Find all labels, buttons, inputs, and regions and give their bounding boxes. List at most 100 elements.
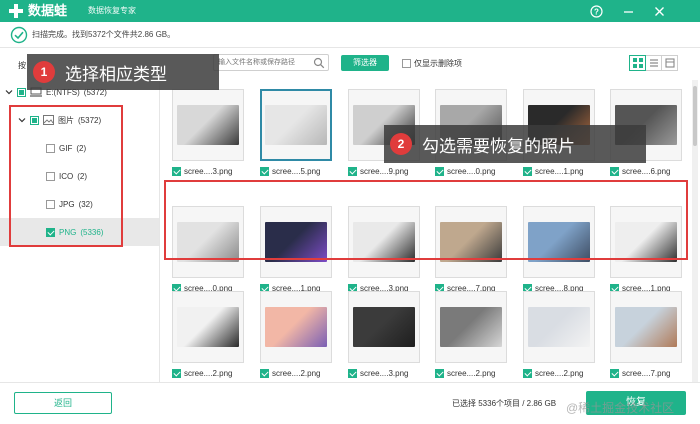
photo-checkbox[interactable] bbox=[172, 166, 181, 176]
photo-thumbnail[interactable] bbox=[523, 291, 595, 363]
scrollbar-thumb[interactable] bbox=[693, 86, 697, 146]
minimize-icon[interactable] bbox=[620, 3, 636, 19]
search-icon[interactable] bbox=[313, 57, 325, 69]
photo-caption: scree....2.png bbox=[260, 367, 332, 379]
photo-item[interactable]: scree....1.png bbox=[610, 206, 682, 294]
grid-scrollbar[interactable] bbox=[692, 80, 698, 382]
drive-checkbox[interactable] bbox=[17, 87, 26, 97]
photo-filename: scree....2.png bbox=[447, 368, 496, 378]
photo-thumbnail[interactable] bbox=[348, 206, 420, 278]
step-number: 2 bbox=[390, 133, 412, 155]
help-icon[interactable]: ? bbox=[588, 3, 604, 19]
chevron-down-icon[interactable] bbox=[18, 116, 26, 124]
photo-thumbnail[interactable] bbox=[435, 291, 507, 363]
photo-checkbox[interactable] bbox=[435, 166, 444, 176]
photo-checkbox[interactable] bbox=[523, 368, 532, 378]
photo-checkbox[interactable] bbox=[348, 166, 357, 176]
photo-caption: scree....6.png bbox=[610, 165, 682, 177]
photo-checkbox[interactable] bbox=[260, 368, 269, 378]
photo-preview-image bbox=[615, 222, 677, 262]
deleted-only-checkbox[interactable] bbox=[402, 58, 411, 68]
detail-view-icon[interactable] bbox=[661, 55, 678, 71]
photo-preview-image bbox=[265, 105, 327, 145]
callout-step-2: 2 勾选需要恢复的照片 bbox=[384, 125, 646, 163]
photo-filename: scree....3.png bbox=[184, 166, 233, 176]
photo-preview-image bbox=[353, 307, 415, 347]
images-label: 图片 bbox=[58, 115, 74, 125]
photo-item[interactable]: scree....0.png bbox=[172, 206, 244, 294]
photo-item[interactable]: scree....3.png bbox=[348, 291, 420, 379]
photo-item[interactable]: scree....5.png bbox=[260, 89, 332, 177]
png-checkbox[interactable] bbox=[46, 227, 55, 237]
tree-item-images[interactable]: 图片 (5372) bbox=[18, 113, 101, 127]
tree-item-ico[interactable]: ICO (2) bbox=[46, 169, 87, 183]
photo-preview-image bbox=[265, 307, 327, 347]
tree-item-gif[interactable]: GIF (2) bbox=[46, 141, 86, 155]
photo-item[interactable]: scree....3.png bbox=[172, 89, 244, 177]
photo-checkbox[interactable] bbox=[435, 368, 444, 378]
tree-item-png[interactable]: PNG (5336) bbox=[0, 218, 159, 246]
close-icon[interactable] bbox=[651, 3, 667, 19]
filter-button[interactable]: 筛选器 bbox=[341, 55, 389, 71]
gif-checkbox[interactable] bbox=[46, 143, 55, 153]
photo-filename: scree....7.png bbox=[622, 368, 671, 378]
photo-thumbnail[interactable] bbox=[610, 206, 682, 278]
list-view-icon[interactable] bbox=[645, 55, 662, 71]
photo-item[interactable]: scree....7.png bbox=[610, 291, 682, 379]
gif-count: (2) bbox=[76, 143, 87, 153]
photo-checkbox[interactable] bbox=[348, 368, 357, 378]
recovery-window: 数据蛙 数据恢复专家 ? 扫描完成。找到5372个文件共2.86 GB。 按 筛… bbox=[0, 0, 700, 424]
photo-checkbox[interactable] bbox=[260, 166, 269, 176]
photo-item[interactable]: scree....2.png bbox=[260, 291, 332, 379]
photo-thumbnail[interactable] bbox=[260, 206, 332, 278]
photo-checkbox[interactable] bbox=[610, 368, 619, 378]
photo-item[interactable]: scree....2.png bbox=[435, 291, 507, 379]
photo-filename: scree....5.png bbox=[272, 166, 321, 176]
photo-caption: scree....0.png bbox=[435, 165, 507, 177]
png-label: PNG bbox=[59, 227, 77, 237]
photo-caption: scree....2.png bbox=[523, 367, 595, 379]
jpg-checkbox[interactable] bbox=[46, 199, 55, 209]
step-text: 选择相应类型 bbox=[65, 64, 167, 84]
photo-preview-image bbox=[353, 222, 415, 262]
ico-checkbox[interactable] bbox=[46, 171, 55, 181]
photo-checkbox[interactable] bbox=[610, 166, 619, 176]
title-bar: 数据蛙 数据恢复专家 ? bbox=[0, 0, 700, 22]
photo-checkbox[interactable] bbox=[523, 166, 532, 176]
photo-thumbnail[interactable] bbox=[435, 206, 507, 278]
app-logo-icon bbox=[9, 4, 23, 18]
photo-thumbnail[interactable] bbox=[260, 291, 332, 363]
photo-thumbnail[interactable] bbox=[610, 291, 682, 363]
photo-thumbnail[interactable] bbox=[172, 206, 244, 278]
photo-thumbnail[interactable] bbox=[348, 291, 420, 363]
photo-item[interactable]: scree....8.png bbox=[523, 206, 595, 294]
ico-label: ICO bbox=[59, 171, 74, 181]
photo-item[interactable]: scree....1.png bbox=[260, 206, 332, 294]
photo-caption: scree....3.png bbox=[172, 165, 244, 177]
search-box[interactable] bbox=[213, 54, 329, 71]
tree-item-jpg[interactable]: JPG (32) bbox=[46, 197, 93, 211]
photo-thumbnail[interactable] bbox=[172, 89, 244, 161]
photo-preview-image bbox=[615, 307, 677, 347]
photo-filename: scree....9.png bbox=[360, 166, 409, 176]
photo-caption: scree....2.png bbox=[435, 367, 507, 379]
photo-item[interactable]: scree....3.png bbox=[348, 206, 420, 294]
photo-item[interactable]: scree....2.png bbox=[172, 291, 244, 379]
search-input[interactable] bbox=[218, 56, 314, 69]
photo-thumbnail[interactable] bbox=[523, 206, 595, 278]
deleted-only-toggle[interactable]: 仅显示删除项 bbox=[402, 57, 462, 69]
photo-checkbox[interactable] bbox=[172, 368, 181, 378]
chevron-down-icon[interactable] bbox=[5, 88, 13, 96]
watermark: @稀土掘金技术社区 bbox=[566, 401, 675, 415]
ico-count: (2) bbox=[77, 171, 88, 181]
photo-thumbnail[interactable] bbox=[260, 89, 332, 161]
images-checkbox[interactable] bbox=[30, 115, 39, 125]
photo-thumbnail[interactable] bbox=[172, 291, 244, 363]
grid-view-icon[interactable] bbox=[629, 55, 646, 71]
photo-item[interactable]: scree....2.png bbox=[523, 291, 595, 379]
photo-filename: scree....0.png bbox=[447, 166, 496, 176]
photo-caption: scree....5.png bbox=[260, 165, 332, 177]
step-text: 勾选需要恢复的照片 bbox=[422, 136, 575, 156]
back-button[interactable]: 返回 bbox=[14, 392, 112, 414]
photo-item[interactable]: scree....7.png bbox=[435, 206, 507, 294]
